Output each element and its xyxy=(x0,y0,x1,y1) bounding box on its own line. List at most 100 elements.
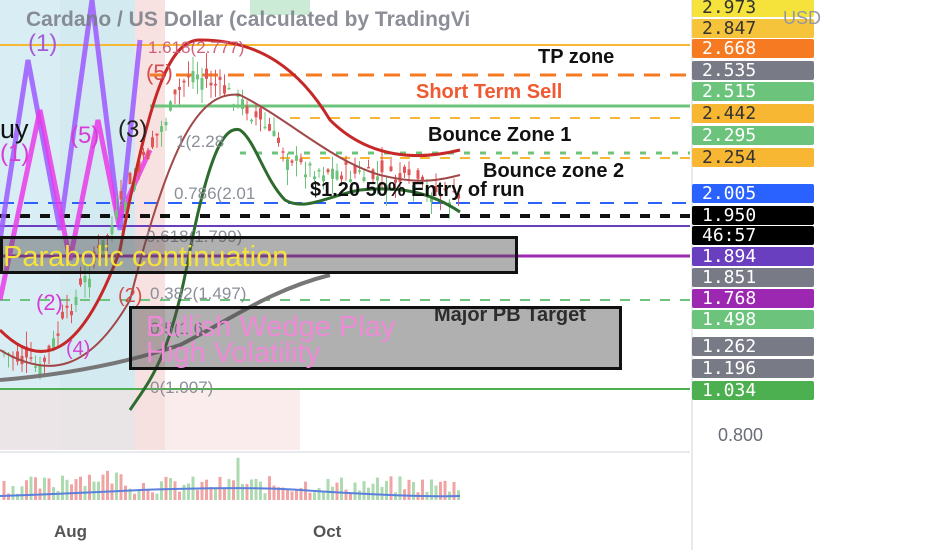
shade-red-bottom xyxy=(0,390,300,450)
price-label-2254[interactable]: 2.254 xyxy=(692,148,814,167)
axis-label-0800: 0.800 xyxy=(718,425,764,445)
candle-body xyxy=(367,166,370,169)
candle-body xyxy=(290,160,294,163)
volume-bar xyxy=(344,489,348,500)
volume-bar xyxy=(385,480,388,500)
candle-body xyxy=(169,101,172,111)
volume-bar xyxy=(133,493,136,500)
wave-4-label: (4) xyxy=(66,338,91,360)
candle-body xyxy=(142,151,145,156)
volume-bar xyxy=(88,474,91,500)
volume-bar xyxy=(263,493,267,500)
volume-bar xyxy=(380,486,384,500)
volume-bar xyxy=(452,481,456,500)
price-label-2668[interactable]: 2.668 xyxy=(692,39,814,58)
volume-bar xyxy=(362,481,366,500)
volume-bar xyxy=(155,493,159,500)
candle-body xyxy=(232,104,235,106)
candle-body xyxy=(389,166,393,171)
price-label-1950[interactable]: 1.950 xyxy=(692,206,814,225)
wave-1-top-label: (1) xyxy=(28,30,58,57)
tp-zone-label: TP zone xyxy=(538,46,615,68)
price-label-1498[interactable]: 1.498 xyxy=(692,310,814,329)
candle-body xyxy=(209,82,213,86)
candle-body xyxy=(119,191,123,200)
volume-bar xyxy=(326,478,330,500)
volume-bar xyxy=(205,479,208,500)
price-label-2442[interactable]: 2.442 xyxy=(692,104,814,123)
candle-body xyxy=(88,278,91,288)
wave-3-label: (3) xyxy=(118,116,148,143)
volume-bar xyxy=(25,480,28,500)
candle-body xyxy=(407,169,411,176)
price-label-4657[interactable]: 46:57 xyxy=(692,226,814,245)
price-label-2295[interactable]: 2.295 xyxy=(692,126,814,145)
price-label-1768[interactable]: 1.768 xyxy=(692,289,814,308)
price-label-2515[interactable]: 2.515 xyxy=(692,82,814,101)
candle-body xyxy=(286,159,289,170)
candle-body xyxy=(277,137,280,144)
volume-bar xyxy=(227,479,231,500)
wave-5-label: (5) xyxy=(70,122,100,149)
candle-body xyxy=(178,86,181,90)
candle-body xyxy=(317,169,321,172)
price-label-1034[interactable]: 1.034 xyxy=(692,381,814,400)
volume-bar xyxy=(376,477,379,500)
candle-body xyxy=(241,99,244,110)
volume-bar xyxy=(92,481,96,500)
volume-bar xyxy=(101,474,105,500)
price-label-1262[interactable]: 1.262 xyxy=(692,337,814,356)
volume-bar xyxy=(331,486,334,500)
price-label-1894[interactable]: 1.894 xyxy=(692,247,814,266)
volume-bar xyxy=(137,489,141,500)
volume-bar xyxy=(340,477,343,500)
volume-bar xyxy=(61,475,64,500)
wedge-line-2: High Volatility xyxy=(146,337,321,369)
candle-body xyxy=(187,75,190,78)
candle-body xyxy=(74,296,78,306)
candle-body xyxy=(268,124,271,131)
candle-body xyxy=(79,278,82,285)
candle-body xyxy=(65,305,69,308)
wedge-box: Bullish Wedge Play High Volatility xyxy=(129,306,622,370)
candle-body xyxy=(83,275,87,283)
candle-body xyxy=(173,89,177,95)
volume-bar xyxy=(151,492,154,500)
volume-bar xyxy=(34,477,37,500)
volume-bar xyxy=(11,486,15,500)
volume-bar xyxy=(173,481,177,500)
volume-bar xyxy=(142,483,145,500)
wave-2-red-label: (2) xyxy=(118,285,143,307)
currency-label[interactable]: USD xyxy=(783,8,821,29)
volume-bar xyxy=(196,489,199,500)
volume-bar xyxy=(313,492,316,500)
volume-bar xyxy=(290,491,294,500)
price-label-2535[interactable]: 2.535 xyxy=(692,61,814,80)
short-term-sell-label: Short Term Sell xyxy=(416,81,563,103)
wave-1-mid-label: (1) xyxy=(0,140,30,167)
candle-body xyxy=(254,111,258,118)
candle-body xyxy=(371,169,375,180)
candle-body xyxy=(34,366,37,368)
candle-body xyxy=(245,105,249,114)
entry-label: $1.20 50% Entry of run xyxy=(310,179,525,201)
candle-body xyxy=(227,88,231,90)
candle-body xyxy=(182,80,186,83)
candle-body xyxy=(403,166,406,173)
volume-bar xyxy=(160,481,163,500)
candle-body xyxy=(115,210,118,218)
candle-body xyxy=(358,170,361,172)
volume-bar xyxy=(200,481,204,500)
volume-bar xyxy=(245,483,249,500)
candle-body xyxy=(331,168,334,179)
price-label-1196[interactable]: 1.196 xyxy=(692,359,814,378)
volume-bar xyxy=(79,476,82,500)
volume-bar xyxy=(286,489,289,500)
volume-bar xyxy=(20,486,24,500)
volume-bar xyxy=(2,480,6,500)
candle-body xyxy=(272,130,276,137)
price-label-2005[interactable]: 2.005 xyxy=(692,184,814,203)
price-label-1851[interactable]: 1.851 xyxy=(692,268,814,287)
candle-body xyxy=(281,151,285,153)
candle-body xyxy=(200,78,204,90)
